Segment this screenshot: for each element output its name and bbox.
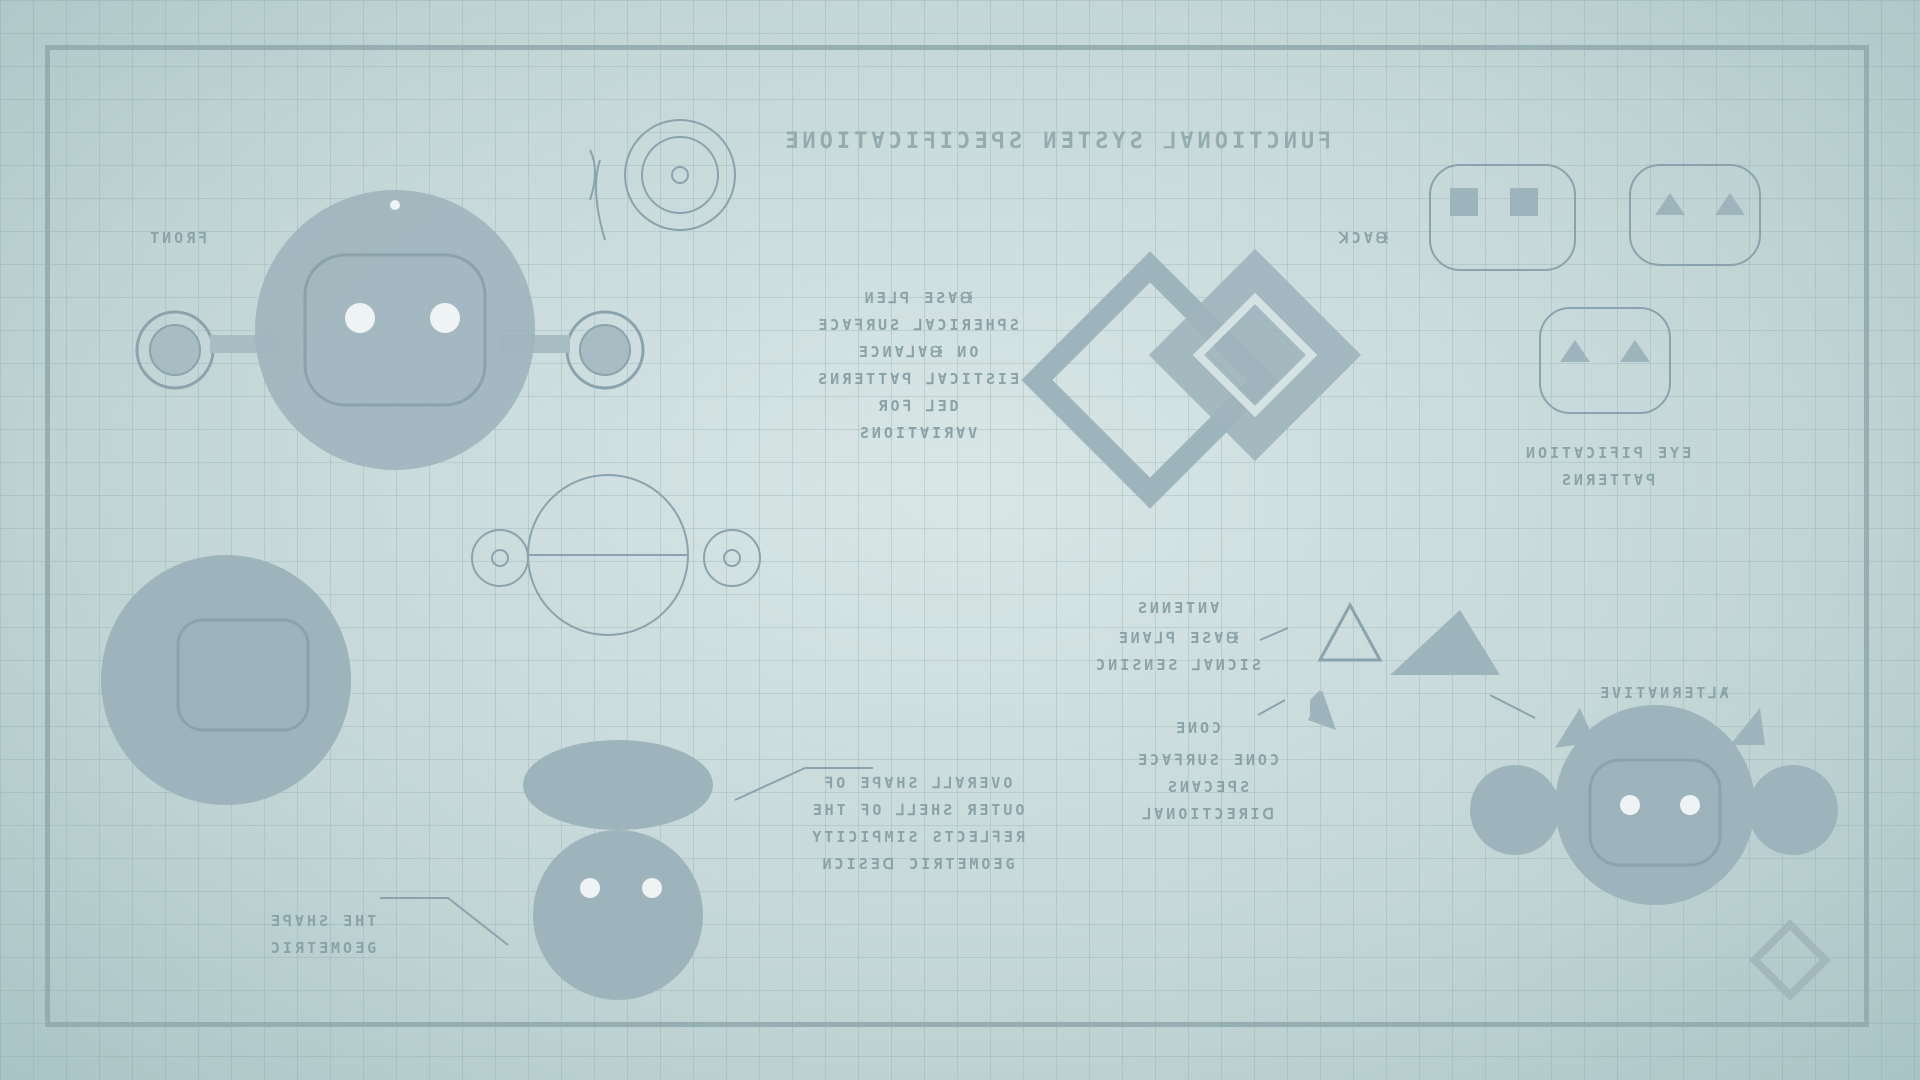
base-note: ƎꟼⱯHƧ ƎHT ƆIЯTƎMOƎG [270, 912, 380, 957]
robot-alternative [1470, 705, 1838, 905]
cone-note: ƎƆⱯꟻЯUƧ ƎИOƆ ƧИⱯƆƎꟼƧ ⅃ⱯИOITƆƎЯIᗡ [1138, 751, 1282, 823]
robot-side-view [101, 555, 351, 805]
variant-label: ƎVITⱯИЯƎT⅃Ⱥ [1600, 684, 1732, 702]
antenna-label: ƧИИƎTИⱯ [1137, 599, 1223, 617]
robot-outline-sketch [471, 474, 761, 636]
antenna-parts [1257, 601, 1536, 730]
fan-sketch [589, 119, 736, 241]
cone-label: ƎИOƆ [1175, 719, 1225, 737]
center-note: ИƎ⅃ꟼ ƎƧⱯᙠ ƎƆⱯꟻЯUƧ ⅃ⱯƆIЯƎHꟼƧ ƎƆИⱯ⅃Ɐᙠ ИO Ƨ… [818, 289, 1022, 442]
back-view-label: ꓘƆⱯᙠ [1338, 229, 1392, 247]
antenna-note: ƎИⱯ⅃ꟼ ƎƧⱯᙠ ƆИIƧИƎƧ ⅃ⱯИƆIƧ [1096, 629, 1264, 674]
corner-emblem-icon [1748, 918, 1832, 1002]
front-view-label: TИOЯꟻ [150, 229, 210, 247]
split-note: ꟻO ƎꟼⱯHƧ ⅃⅃ⱯЯƎVO ƎHT ꟻO ⅃⅃ƎHƧ ЯƎTUO YTIƆ… [812, 774, 1028, 873]
eye-note: ИOITⱯƆIꟻIꟼ ƎYƎ ƧИЯƎTTⱯꟼ [1525, 444, 1695, 489]
eye-panels [1429, 164, 1761, 414]
diamond-emblem [1021, 248, 1362, 509]
page-title: ƎИOΙTⱯƆIꟻIƆƎꟼƧ ИƎTƧYƧ ⅃ⱯИOΙTƆИUꟻ [785, 129, 1335, 154]
